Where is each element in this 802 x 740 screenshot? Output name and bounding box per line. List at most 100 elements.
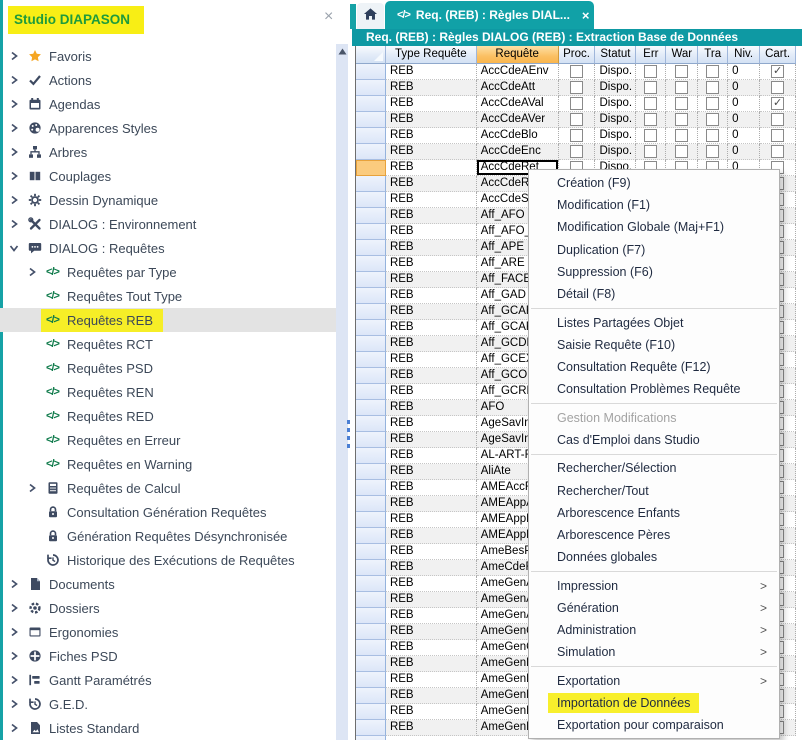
select-all-header[interactable] [356,46,386,64]
col-header-war[interactable]: War [666,46,698,64]
splitter-handle[interactable] [347,436,350,440]
checkbox-err[interactable] [644,145,657,158]
checkbox-tra[interactable] [706,145,719,158]
row-selector[interactable] [356,432,386,448]
chevron-right-icon[interactable] [8,171,19,182]
checkbox-cart[interactable] [771,113,784,126]
menu-item-duplication-f7[interactable]: Duplication (F7) [529,239,779,261]
sidebar-item-apparences-styles[interactable]: Apparences Styles [0,116,336,140]
menu-item-donnees-globales[interactable]: Données globales [529,546,779,568]
checkbox-war[interactable] [675,129,688,142]
chevron-right-icon[interactable] [8,627,19,638]
checkbox-tra[interactable] [706,81,719,94]
chevron-right-icon[interactable] [8,651,19,662]
row-selector[interactable] [356,560,386,576]
row-selector[interactable] [356,448,386,464]
menu-item-consultation-requete-f12[interactable]: Consultation Requête (F12) [529,356,779,378]
row-selector[interactable] [356,112,386,128]
row-selector[interactable] [356,128,386,144]
sidebar-item-agendas[interactable]: Agendas [0,92,336,116]
checkbox-war[interactable] [675,113,688,126]
chevron-right-icon[interactable] [8,723,19,734]
checkbox-tra[interactable] [706,65,719,78]
sidebar-item-documents[interactable]: Documents [0,572,336,596]
chevron-right-icon[interactable] [8,195,19,206]
menu-item-impression[interactable]: Impression> [529,575,779,597]
checkbox-proc[interactable] [570,113,583,126]
checkbox-err[interactable] [644,129,657,142]
checkbox-war[interactable] [675,145,688,158]
row-selector[interactable] [356,352,386,368]
table-row[interactable]: REBAccCdeBloDispo.0 [356,128,796,144]
menu-item-cas-d-emploi-dans-studio[interactable]: Cas d'Emploi dans Studio [529,429,779,451]
row-selector[interactable] [356,576,386,592]
chevron-right-icon[interactable] [8,147,19,158]
col-header-type-requete[interactable]: Type Requête [386,46,477,64]
row-selector[interactable] [356,496,386,512]
sidebar-item-dossiers[interactable]: Dossiers [0,596,336,620]
row-selector[interactable] [356,304,386,320]
row-selector[interactable] [356,336,386,352]
row-selector[interactable] [356,464,386,480]
tab-close-icon[interactable]: × [582,8,590,23]
chevron-down-icon[interactable] [8,243,19,254]
sidebar-item-generation-requetes-desynchronisee[interactable]: Génération Requêtes Désynchronisée [0,524,336,548]
row-selector[interactable] [356,720,386,736]
tab-req-reb[interactable]: </> Req. (REB) : Règles DIAL... × [385,1,594,29]
checkbox-cart[interactable]: ✓ [771,97,784,110]
table-row[interactable]: REBAccCdeAValDispo.0✓ [356,96,796,112]
sidebar-item-gantt-parametres[interactable]: Gantt Paramétrés [0,668,336,692]
sidebar-item-favoris[interactable]: Favoris [0,44,336,68]
sidebar-item-actions[interactable]: Actions [0,68,336,92]
menu-item-saisie-requete-f10[interactable]: Saisie Requête (F10) [529,334,779,356]
menu-item-modification-globale-maj-f1[interactable]: Modification Globale (Maj+F1) [529,216,779,238]
row-selector[interactable] [356,656,386,672]
row-selector[interactable] [356,544,386,560]
row-selector[interactable] [356,272,386,288]
checkbox-war[interactable] [675,97,688,110]
chevron-right-icon[interactable] [26,267,37,278]
menu-item-listes-partagees-objet[interactable]: Listes Partagées Objet [529,312,779,334]
col-header-requete[interactable]: Requête [477,46,559,64]
sidebar-item-requetes-de-calcul[interactable]: Requêtes de Calcul [0,476,336,500]
sidebar-item-g-e-d[interactable]: G.E.D. [0,692,336,716]
checkbox-cart[interactable] [771,145,784,158]
table-row[interactable]: REBAccCdeAttDispo.0 [356,80,796,96]
splitter-handle[interactable] [347,428,350,432]
row-selector[interactable] [356,256,386,272]
sidebar-close-icon[interactable]: × [324,9,333,25]
menu-item-simulation[interactable]: Simulation> [529,641,779,663]
sidebar-item-requetes-en-erreur[interactable]: </>Requêtes en Erreur [0,428,336,452]
sidebar-item-requetes-reb[interactable]: </>Requêtes REB [0,308,336,332]
row-selector[interactable] [356,240,386,256]
sidebar-item-listes-standard[interactable]: Listes Standard [0,716,336,740]
chevron-right-icon[interactable] [8,51,19,62]
chevron-right-icon[interactable] [8,219,19,230]
col-header-cart[interactable]: Cart. [760,46,796,64]
row-selector[interactable] [356,176,386,192]
menu-item-rechercher-tout[interactable]: Rechercher/Tout [529,480,779,502]
chevron-right-icon[interactable] [8,579,19,590]
sidebar-item-couplages[interactable]: Couplages [0,164,336,188]
checkbox-cart[interactable] [771,81,784,94]
checkbox-tra[interactable] [706,113,719,126]
col-header-niv[interactable]: Niv. [728,46,760,64]
sidebar-item-dialog-requetes[interactable]: DIALOG : Requêtes [0,236,336,260]
col-header-tra[interactable]: Tra [698,46,728,64]
menu-item-detail-f8[interactable]: Détail (F8) [529,283,779,305]
menu-item-arborescence-enfants[interactable]: Arborescence Enfants [529,502,779,524]
checkbox-proc[interactable] [570,129,583,142]
row-selector[interactable] [356,528,386,544]
table-row[interactable]: REBAccCdeEncDispo.0 [356,144,796,160]
chevron-right-icon[interactable] [8,99,19,110]
scroll-up-arrow[interactable] [336,44,348,58]
menu-item-generation[interactable]: Génération> [529,597,779,619]
row-selector[interactable] [356,64,386,80]
sidebar-item-dialog-environnement[interactable]: DIALOG : Environnement [0,212,336,236]
checkbox-proc[interactable] [570,97,583,110]
row-selector[interactable] [356,640,386,656]
menu-item-arborescence-peres[interactable]: Arborescence Pères [529,524,779,546]
sidebar-item-consultation-generation-requetes[interactable]: Consultation Génération Requêtes [0,500,336,524]
checkbox-err[interactable] [644,65,657,78]
table-row[interactable]: REBAccCdeAVerDispo.0 [356,112,796,128]
